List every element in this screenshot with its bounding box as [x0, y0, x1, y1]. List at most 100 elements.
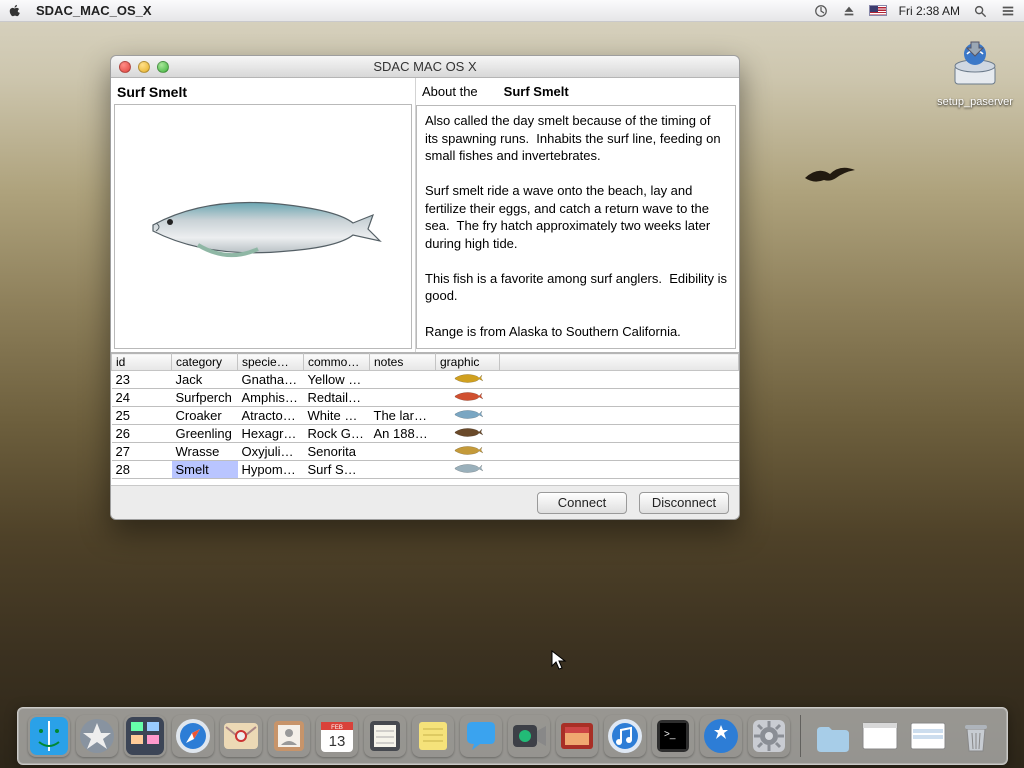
- table-cell[interactable]: Jack: [172, 371, 238, 389]
- dock-mail[interactable]: [220, 715, 262, 757]
- table-cell[interactable]: An 1886…: [370, 425, 436, 443]
- disconnect-button[interactable]: Disconnect: [639, 492, 729, 514]
- menu-bar: SDAC_MAC_OS_X Fri 2:38 AM: [0, 0, 1024, 22]
- time-machine-icon[interactable]: [813, 3, 829, 19]
- dock-safari[interactable]: [172, 715, 214, 757]
- table-cell-graphic[interactable]: [436, 407, 500, 425]
- dock-window-thumb-1[interactable]: [859, 715, 901, 757]
- connect-button[interactable]: Connect: [537, 492, 627, 514]
- table-row[interactable]: 25CroakerAtractos…White S…The larg…: [112, 407, 739, 425]
- fish-thumb-icon: [453, 372, 483, 384]
- titlebar[interactable]: SDAC MAC OS X: [111, 56, 739, 78]
- desktop-icon-setup-paserver[interactable]: setup_paserver: [935, 36, 1015, 108]
- dock-launchpad[interactable]: [76, 715, 118, 757]
- table-row[interactable]: 27WrasseOxyjulis…Senorita: [112, 443, 739, 461]
- table-row[interactable]: 26GreenlingHexagra…Rock Gr…An 1886…: [112, 425, 739, 443]
- fish-thumb-icon: [453, 444, 483, 456]
- notification-center-icon[interactable]: [1000, 3, 1016, 19]
- dock-calendar[interactable]: 13FEB: [316, 715, 358, 757]
- table-cell[interactable]: [370, 389, 436, 407]
- table-cell[interactable]: [500, 443, 739, 461]
- table-cell[interactable]: Hexagra…: [238, 425, 304, 443]
- dock-facetime[interactable]: [508, 715, 550, 757]
- table-cell[interactable]: 24: [112, 389, 172, 407]
- input-source-flag-icon[interactable]: [869, 5, 887, 16]
- table-cell-graphic[interactable]: [436, 371, 500, 389]
- table-cell[interactable]: Senorita: [304, 443, 370, 461]
- col-graphic[interactable]: graphic: [436, 354, 500, 371]
- table-cell[interactable]: Wrasse: [172, 443, 238, 461]
- table-cell[interactable]: 28: [112, 461, 172, 479]
- dock-mission-control[interactable]: [124, 715, 166, 757]
- table-cell[interactable]: 26: [112, 425, 172, 443]
- col-id[interactable]: id: [112, 354, 172, 371]
- col-species[interactable]: specie…: [238, 354, 304, 371]
- table-cell-graphic[interactable]: [436, 389, 500, 407]
- about-fish-name: Surf Smelt: [504, 84, 569, 99]
- table-cell-graphic[interactable]: [436, 443, 500, 461]
- eject-icon[interactable]: [841, 3, 857, 19]
- dock-terminal[interactable]: >_: [652, 715, 694, 757]
- fish-thumb-icon: [453, 390, 483, 402]
- table-cell[interactable]: Croaker: [172, 407, 238, 425]
- table-row[interactable]: 23JackGnathan…Yellow J…: [112, 371, 739, 389]
- table-cell[interactable]: [370, 371, 436, 389]
- dock-trash[interactable]: [955, 715, 997, 757]
- dock-contacts[interactable]: [268, 715, 310, 757]
- col-common[interactable]: commo…: [304, 354, 370, 371]
- table-cell-graphic[interactable]: [436, 425, 500, 443]
- col-category[interactable]: category: [172, 354, 238, 371]
- table-cell[interactable]: Rock Gr…: [304, 425, 370, 443]
- fish-table[interactable]: id category specie… commo… notes graphic…: [111, 353, 739, 485]
- fish-description: Also called the day smelt because of the…: [416, 105, 736, 349]
- dock-window-thumb-2[interactable]: [907, 715, 949, 757]
- table-cell[interactable]: 23: [112, 371, 172, 389]
- col-notes[interactable]: notes: [370, 354, 436, 371]
- table-row[interactable]: 24SurfperchAmphisti…Redtail…: [112, 389, 739, 407]
- dock-itunes[interactable]: [604, 715, 646, 757]
- apple-menu-icon[interactable]: [8, 4, 22, 18]
- fish-name-heading: Surf Smelt: [111, 78, 415, 104]
- table-cell[interactable]: Hypome…: [238, 461, 304, 479]
- table-cell[interactable]: [500, 407, 739, 425]
- dock-messages[interactable]: [460, 715, 502, 757]
- table-cell[interactable]: White S…: [304, 407, 370, 425]
- app-menu-title[interactable]: SDAC_MAC_OS_X: [36, 3, 152, 18]
- disk-image-icon: [947, 36, 1003, 92]
- table-cell[interactable]: Greenling: [172, 425, 238, 443]
- table-cell[interactable]: Atractos…: [238, 407, 304, 425]
- dock-notes[interactable]: [412, 715, 454, 757]
- dock-downloads-folder[interactable]: [811, 715, 853, 757]
- table-cell[interactable]: [500, 425, 739, 443]
- menu-clock[interactable]: Fri 2:38 AM: [899, 4, 960, 18]
- table-cell[interactable]: The larg…: [370, 407, 436, 425]
- app-window: SDAC MAC OS X Surf Smelt: [110, 55, 740, 520]
- fish-thumb-icon: [453, 408, 483, 420]
- table-header-row[interactable]: id category specie… commo… notes graphic: [112, 354, 739, 371]
- table-cell[interactable]: [500, 461, 739, 479]
- dock-finder[interactable]: [28, 715, 70, 757]
- table-cell[interactable]: Gnathan…: [238, 371, 304, 389]
- dock-system-preferences[interactable]: [748, 715, 790, 757]
- table-cell[interactable]: 25: [112, 407, 172, 425]
- dock-reminders[interactable]: [364, 715, 406, 757]
- table-cell[interactable]: [500, 389, 739, 407]
- table-row[interactable]: 28SmeltHypome…Surf Smelt: [112, 461, 739, 479]
- table-cell[interactable]: Amphisti…: [238, 389, 304, 407]
- table-cell[interactable]: 27: [112, 443, 172, 461]
- table-cell[interactable]: [500, 371, 739, 389]
- table-cell[interactable]: Oxyjulis…: [238, 443, 304, 461]
- table-cell[interactable]: Smelt: [172, 461, 238, 479]
- table-cell[interactable]: [370, 461, 436, 479]
- table-cell[interactable]: Surf Smelt: [304, 461, 370, 479]
- table-cell[interactable]: Redtail…: [304, 389, 370, 407]
- dock-photo-booth[interactable]: [556, 715, 598, 757]
- table-cell[interactable]: Surfperch: [172, 389, 238, 407]
- dock-app-store[interactable]: [700, 715, 742, 757]
- about-label: About the: [422, 84, 478, 99]
- table-cell[interactable]: Yellow J…: [304, 371, 370, 389]
- table-cell-graphic[interactable]: [436, 461, 500, 479]
- table-cell[interactable]: [370, 443, 436, 461]
- spotlight-icon[interactable]: [972, 3, 988, 19]
- mouse-cursor-icon: [551, 650, 567, 672]
